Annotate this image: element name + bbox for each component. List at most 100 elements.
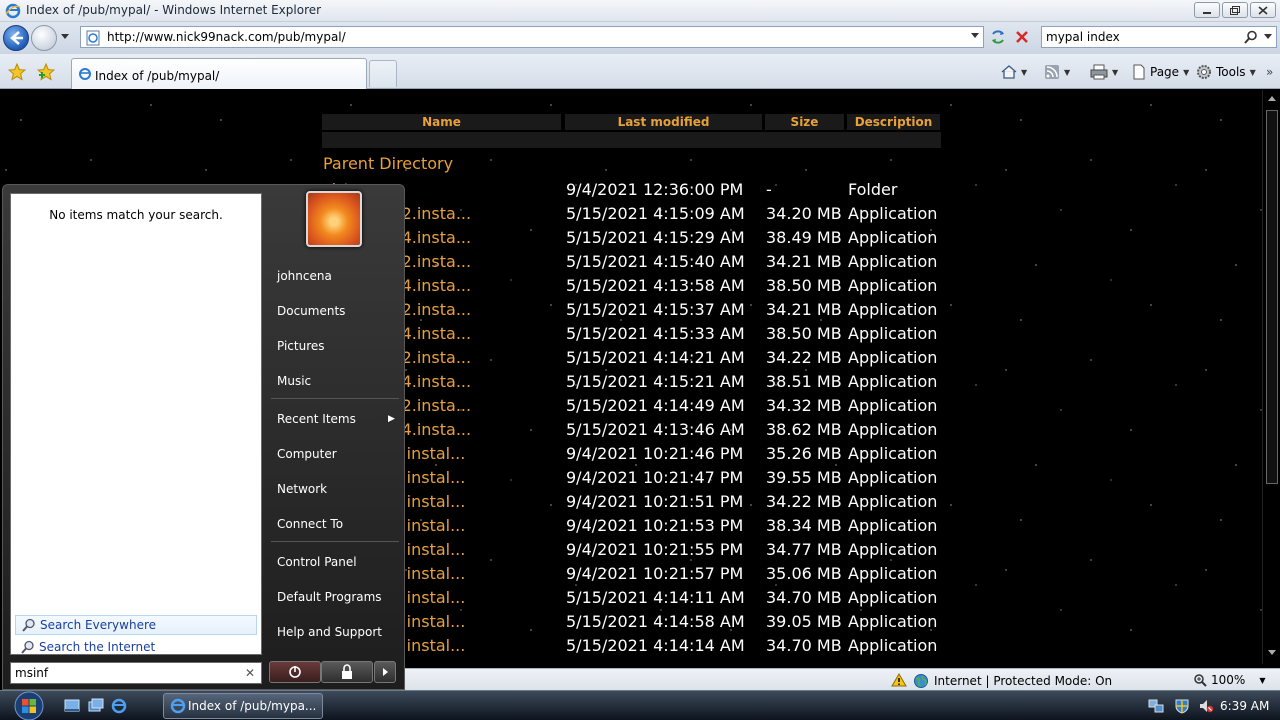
address-dropdown-icon[interactable]	[971, 33, 979, 39]
taskbar-ie-window[interactable]: Index of /pub/mypa...	[163, 693, 323, 719]
user-folder-link[interactable]: johncena	[277, 269, 332, 283]
start-search-input[interactable]	[15, 666, 235, 680]
file-modified: 5/15/2021 4:13:46 AM	[566, 420, 745, 439]
file-modified: 9/4/2021 10:21:53 PM	[566, 516, 744, 535]
window-title-bar[interactable]: Index of /pub/mypal/ - Windows Internet …	[0, 0, 1280, 22]
power-icon	[289, 666, 301, 678]
zoom-dropdown-icon[interactable]: ▼	[1259, 676, 1265, 685]
start-button[interactable]	[8, 691, 50, 720]
search-bar[interactable]	[1041, 26, 1277, 48]
refresh-icon[interactable]	[987, 26, 1009, 48]
internet-explorer-icon	[5, 3, 21, 19]
print-dropdown-icon[interactable]: ▼	[1112, 68, 1118, 77]
control-panel-link[interactable]: Control Panel	[277, 555, 357, 569]
close-button[interactable]	[1250, 2, 1276, 18]
column-header-last-modified[interactable]: Last modified	[565, 114, 762, 130]
pictures-link[interactable]: Pictures	[277, 339, 325, 353]
file-size: -	[766, 180, 772, 199]
file-modified: 5/15/2021 4:15:40 AM	[566, 252, 745, 271]
search-everywhere-link[interactable]: Search Everywhere	[15, 615, 257, 635]
start-search-box[interactable]: ✕	[10, 662, 262, 684]
show-desktop-icon[interactable]	[64, 698, 80, 714]
file-description: Application	[848, 444, 938, 463]
switch-windows-icon[interactable]	[88, 698, 104, 714]
page-menu-label: Page	[1150, 65, 1180, 79]
user-avatar[interactable]	[306, 191, 362, 247]
minimize-button[interactable]	[1194, 2, 1220, 18]
network-link[interactable]: Network	[277, 482, 327, 496]
feeds-button[interactable]: ▼	[1044, 63, 1070, 81]
search-provider-dropdown-icon[interactable]	[1264, 34, 1272, 40]
no-results-message: No items match your search.	[49, 208, 223, 222]
gear-icon	[1197, 65, 1211, 79]
vertical-scrollbar[interactable]	[1262, 90, 1280, 664]
scroll-up-icon[interactable]	[1268, 96, 1276, 102]
taskbar: Index of /pub/mypa... 6:39 AM	[0, 690, 1280, 720]
home-dropdown-icon[interactable]: ▼	[1021, 68, 1027, 77]
clock[interactable]: 6:39 AM	[1220, 699, 1269, 713]
search-icon[interactable]	[1244, 30, 1258, 44]
column-header-description[interactable]: Description	[847, 114, 940, 130]
column-header-size[interactable]: Size	[765, 114, 844, 130]
column-header-name[interactable]: Name	[322, 114, 561, 130]
feeds-dropdown-icon[interactable]: ▼	[1064, 68, 1070, 77]
search-icon	[22, 618, 35, 632]
search-internet-link[interactable]: Search the Internet	[15, 637, 257, 657]
clear-search-icon[interactable]: ✕	[245, 666, 255, 680]
submenu-arrow-icon: ▶	[388, 414, 395, 424]
address-url[interactable]: http://www.nick99nack.com/pub/mypal/	[107, 30, 346, 44]
security-shield-icon[interactable]	[1174, 698, 1190, 714]
internet-explorer-quicklaunch-icon[interactable]	[111, 698, 127, 714]
file-description: Application	[848, 276, 938, 295]
add-favorites-icon[interactable]	[37, 63, 55, 81]
home-button[interactable]: ▼	[1001, 63, 1027, 81]
page-menu[interactable]: Page ▼	[1132, 63, 1189, 81]
forward-button[interactable]	[31, 25, 57, 51]
address-bar[interactable]: http://www.nick99nack.com/pub/mypal/	[80, 26, 984, 48]
tab-mypal-index[interactable]: Index of /pub/mypal/	[71, 58, 367, 89]
file-size: 34.20 MB	[766, 204, 842, 223]
file-description: Folder	[848, 180, 898, 199]
file-description: Application	[848, 420, 938, 439]
recent-pages-dropdown-icon[interactable]	[61, 34, 69, 40]
favorites-star-icon[interactable]	[8, 63, 26, 81]
stop-icon[interactable]	[1011, 26, 1033, 48]
tools-menu[interactable]: Tools ▼	[1196, 63, 1256, 81]
default-programs-link[interactable]: Default Programs	[277, 590, 382, 604]
connect-to-link[interactable]: Connect To	[277, 517, 343, 531]
file-description: Application	[848, 636, 938, 655]
network-icon[interactable]	[1148, 698, 1164, 714]
music-link[interactable]: Music	[277, 374, 311, 388]
power-button[interactable]	[269, 661, 321, 683]
security-warning-icon[interactable]	[891, 673, 907, 687]
help-support-link[interactable]: Help and Support	[277, 625, 382, 639]
scroll-thumb[interactable]	[1266, 110, 1278, 484]
toolbar-overflow-icon[interactable]: »	[1266, 63, 1273, 81]
file-modified: 5/15/2021 4:15:29 AM	[566, 228, 745, 247]
scroll-down-icon[interactable]	[1268, 650, 1276, 656]
taskbar-ie-label: Index of /pub/mypa...	[188, 699, 317, 713]
tab-label: Index of /pub/mypal/	[95, 69, 220, 83]
parent-directory-link[interactable]: Parent Directory	[323, 154, 453, 173]
back-button[interactable]	[3, 25, 29, 51]
file-description: Application	[848, 372, 938, 391]
security-zone[interactable]: Internet | Protected Mode: On	[913, 673, 1112, 689]
minimize-icon	[1203, 12, 1211, 14]
recent-items-link[interactable]: Recent Items	[277, 412, 356, 426]
search-input[interactable]	[1046, 30, 1236, 44]
new-tab-button[interactable]	[369, 60, 397, 87]
maximize-button[interactable]	[1222, 2, 1248, 18]
volume-muted-icon[interactable]	[1198, 698, 1214, 714]
shutdown-options-button[interactable]	[374, 661, 396, 683]
print-button[interactable]: ▼	[1090, 63, 1118, 81]
search-results-pane: No items match your search. Search Every…	[10, 193, 262, 655]
file-size: 34.21 MB	[766, 252, 842, 271]
system-tray: 6:39 AM	[1142, 691, 1280, 720]
home-icon	[1001, 65, 1017, 79]
lock-button[interactable]	[321, 661, 373, 683]
computer-link[interactable]: Computer	[277, 447, 337, 461]
file-description: Application	[848, 588, 938, 607]
documents-link[interactable]: Documents	[277, 304, 345, 318]
file-modified: 5/15/2021 4:13:58 AM	[566, 276, 745, 295]
zoom-control[interactable]: 100% ▼	[1193, 673, 1265, 687]
